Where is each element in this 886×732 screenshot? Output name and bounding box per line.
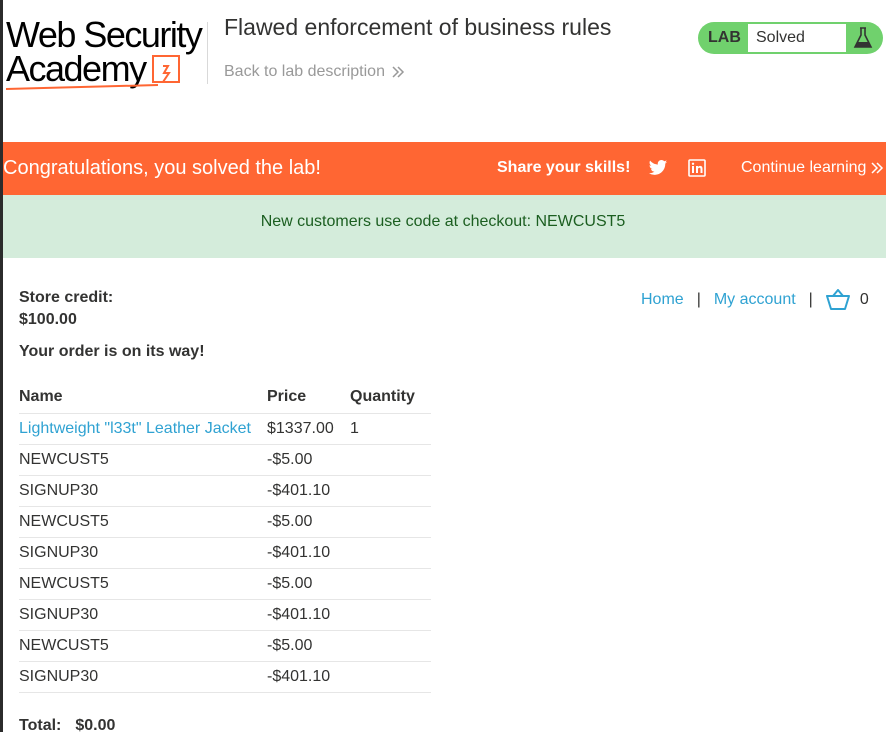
double-chevron-right-icon: [392, 66, 405, 78]
cell-price: -$401.10: [267, 475, 350, 507]
logo-line1: Web Security: [6, 14, 203, 55]
column-header-price: Price: [267, 382, 350, 414]
cell-name: NEWCUST5: [19, 444, 267, 476]
cell-quantity: 1: [350, 413, 431, 445]
linkedin-icon[interactable]: [688, 159, 706, 177]
cell-name: SIGNUP30: [19, 475, 267, 507]
table-row: SIGNUP30 -$401.10: [19, 475, 431, 507]
order-status-message: Your order is on its way!: [19, 343, 205, 360]
cell-quantity: [350, 506, 431, 538]
cell-quantity: [350, 568, 431, 600]
double-chevron-right-icon: [871, 162, 884, 174]
table-row: SIGNUP30 -$401.10: [19, 599, 431, 631]
table-row: NEWCUST5 -$5.00: [19, 506, 431, 538]
cell-name: NEWCUST5: [19, 568, 267, 600]
order-total: Total: $0.00: [19, 717, 115, 732]
continue-learning-label: Continue learning: [741, 159, 867, 176]
solved-banner: Congratulations, you solved the lab! Sha…: [3, 142, 886, 195]
column-header-quantity: Quantity: [350, 382, 431, 414]
cell-name: SIGNUP30: [19, 661, 267, 693]
cell-name: SIGNUP30: [19, 599, 267, 631]
cell-quantity: [350, 661, 431, 693]
cell-name: Lightweight "l33t" Leather Jacket: [19, 413, 267, 445]
total-label: Total:: [19, 717, 62, 732]
nav-separator: |: [696, 291, 701, 308]
academy-logo[interactable]: Web Security Academy: [5, 14, 206, 94]
logo-bolt-icon: [151, 55, 180, 83]
cell-price: -$401.10: [267, 599, 350, 631]
cell-quantity: [350, 475, 431, 507]
cell-price: -$401.10: [267, 537, 350, 569]
lab-title: Flawed enforcement of business rules: [224, 14, 612, 40]
logo-line2-wrap: Academy: [6, 48, 206, 89]
top-navigation: Home | My account | 0: [641, 289, 869, 311]
table-row: SIGNUP30 -$401.10: [19, 537, 431, 569]
cell-name: NEWCUST5: [19, 506, 267, 538]
back-link-label: Back to lab description: [224, 63, 385, 80]
header: Web Security Academy Flawed enforcement …: [3, 0, 886, 142]
cell-quantity: [350, 444, 431, 476]
cart-icon[interactable]: [825, 289, 850, 311]
share-skills-label: Share your skills!: [497, 159, 631, 176]
total-value: $0.00: [75, 717, 116, 732]
cell-price: $1337.00: [267, 413, 350, 445]
column-header-name: Name: [19, 382, 267, 414]
flask-icon: [848, 23, 878, 53]
table-row: Lightweight "l33t" Leather Jacket $1337.…: [19, 413, 431, 445]
promo-notice: New customers use code at checkout: NEWC…: [3, 195, 886, 258]
lab-status-label: LAB: [708, 29, 741, 46]
home-link[interactable]: Home: [641, 291, 684, 309]
table-row: SIGNUP30 -$401.10: [19, 661, 431, 693]
table-row: NEWCUST5 -$5.00: [19, 444, 431, 476]
back-to-lab-description-link[interactable]: Back to lab description: [224, 63, 405, 81]
lab-status-widget: LAB Solved: [698, 22, 883, 54]
logo-line2: Academy: [6, 48, 147, 89]
cell-name: SIGNUP30: [19, 537, 267, 569]
promo-notice-text: New customers use code at checkout: NEWC…: [260, 213, 626, 230]
my-account-link[interactable]: My account: [714, 291, 796, 309]
table-header-row: Name Price Quantity: [19, 382, 431, 414]
cell-price: -$5.00: [267, 630, 350, 662]
cell-price: -$5.00: [267, 568, 350, 600]
store-credit-label: Store credit:: [19, 289, 114, 306]
lab-status-value: Solved: [748, 23, 846, 53]
product-link[interactable]: Lightweight "l33t" Leather Jacket: [19, 420, 251, 437]
table-row: NEWCUST5 -$5.00: [19, 630, 431, 662]
store-credit-value: $100.00: [19, 311, 77, 328]
header-divider: [207, 22, 208, 84]
twitter-icon[interactable]: [648, 158, 668, 178]
cell-price: -$5.00: [267, 506, 350, 538]
nav-separator: |: [808, 291, 813, 308]
continue-learning-link[interactable]: Continue learning: [741, 159, 884, 177]
cell-price: -$401.10: [267, 661, 350, 693]
cell-quantity: [350, 630, 431, 662]
cell-name: NEWCUST5: [19, 630, 267, 662]
order-table: Name Price Quantity Lightweight "l33t" L…: [19, 382, 431, 693]
cell-quantity: [350, 537, 431, 569]
cell-price: -$5.00: [267, 444, 350, 476]
page: Web Security Academy Flawed enforcement …: [0, 0, 886, 732]
table-row: NEWCUST5 -$5.00: [19, 568, 431, 600]
cart-count: 0: [859, 291, 869, 308]
cell-quantity: [350, 599, 431, 631]
congrats-text: Congratulations, you solved the lab!: [3, 157, 321, 179]
